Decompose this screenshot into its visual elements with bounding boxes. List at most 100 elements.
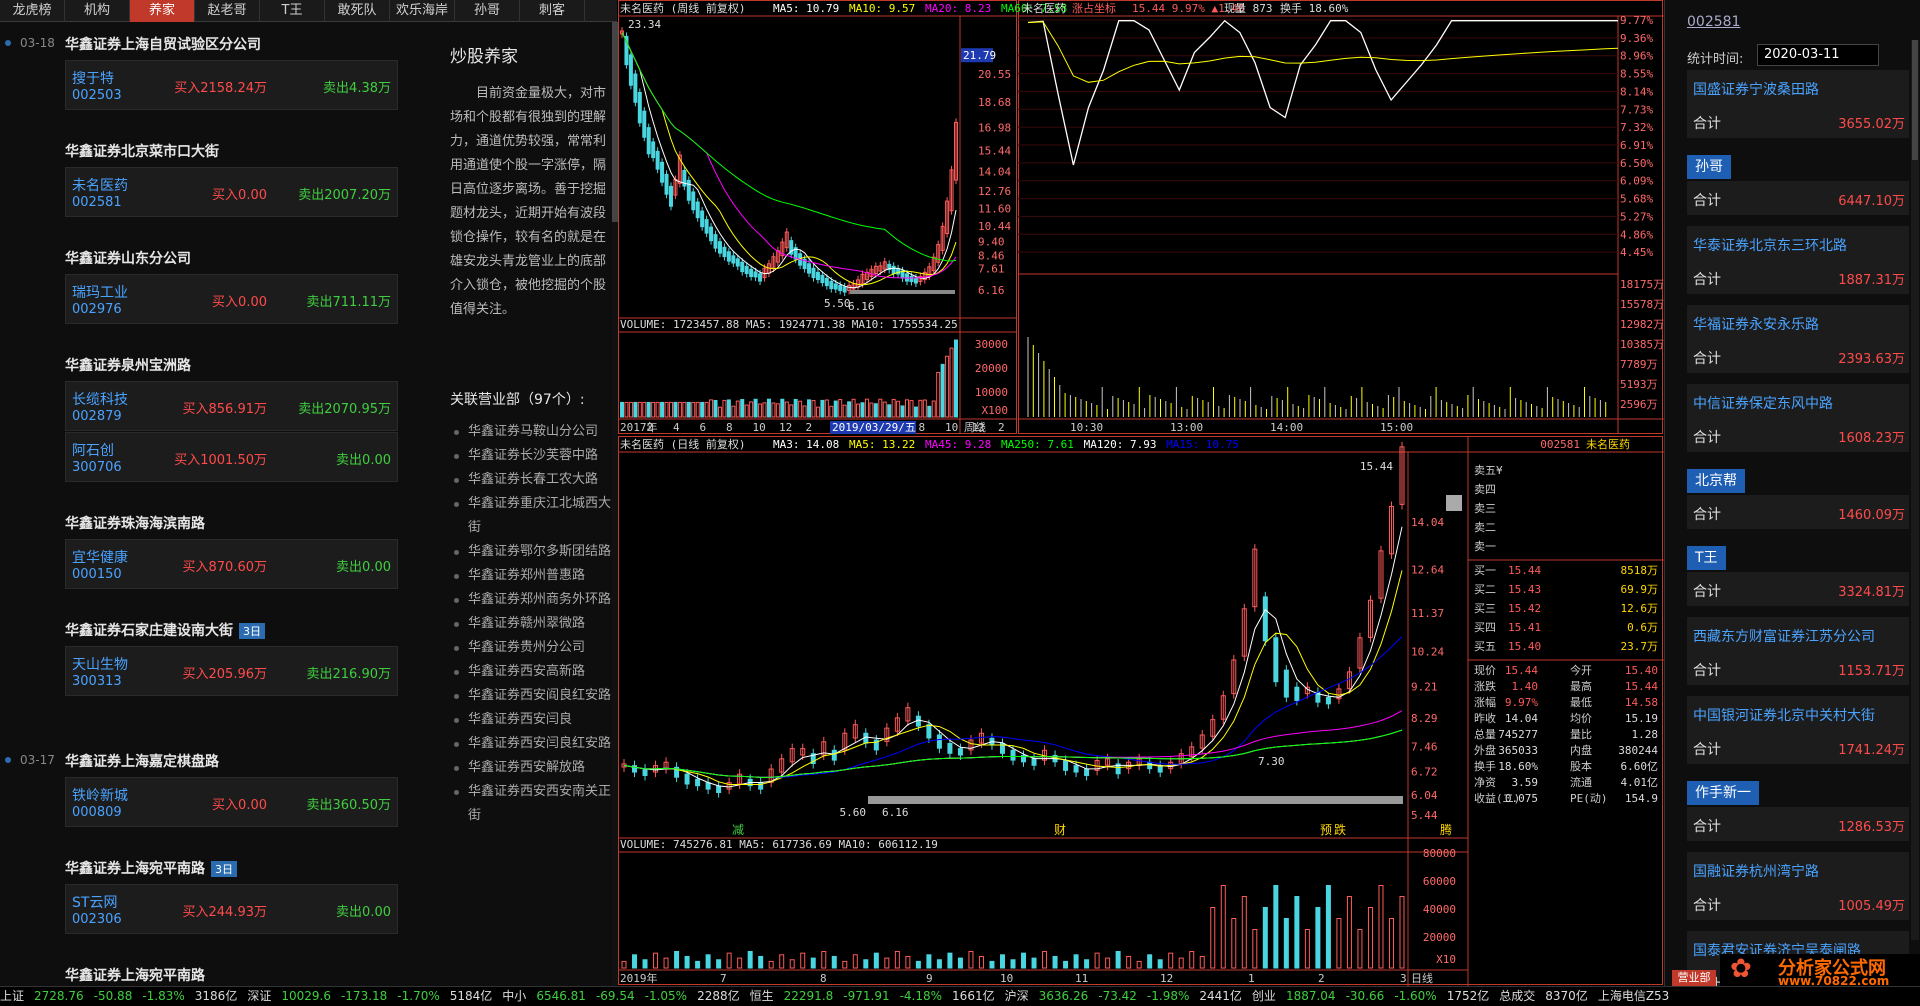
- tab-6[interactable]: 欢乐海岸: [390, 0, 455, 22]
- weekly-candle: [758, 273, 763, 282]
- tab-3[interactable]: 赵老哥: [195, 0, 260, 22]
- stock-name[interactable]: 搜于特: [72, 68, 114, 88]
- stock-card[interactable]: 阿石创 300706 买入1001.50万 卖出0.00: [65, 432, 398, 482]
- related-branch-item[interactable]: 华鑫证券长春工农大路: [450, 468, 612, 492]
- branch-row[interactable]: 国融证券杭州湾宁路: [1687, 852, 1909, 886]
- tab-5[interactable]: 敢死队: [325, 0, 390, 22]
- stock-card[interactable]: ST云网 002306 买入244.93万 卖出0.00: [65, 884, 398, 934]
- branch-link[interactable]: 华福证券永安永乐路: [1693, 314, 1819, 334]
- branch-row[interactable]: 国盛证券宁波桑田路: [1687, 70, 1909, 104]
- stat-date-picker[interactable]: 2020-03-11: [1757, 44, 1879, 66]
- branch-name[interactable]: 华鑫证券上海宛平南路: [65, 965, 205, 985]
- stock-code[interactable]: 300706: [72, 460, 122, 475]
- stock-code[interactable]: 002879: [72, 409, 122, 424]
- tab-2[interactable]: 养家: [130, 0, 195, 22]
- related-branch-item[interactable]: 华鑫证券郑州普惠路: [450, 564, 612, 588]
- tab-1[interactable]: 机构: [65, 0, 130, 22]
- related-branch-item[interactable]: 华鑫证券西安阎良红安路: [450, 684, 612, 708]
- right-scrollbar[interactable]: [1911, 40, 1919, 940]
- total-value: 1153.71万: [1838, 664, 1905, 679]
- branch-name[interactable]: 华鑫证券石家庄建设南大街 3日: [65, 620, 265, 640]
- related-branch-item[interactable]: 华鑫证券赣州翠微路: [450, 612, 612, 636]
- related-branch-item[interactable]: 华鑫证券西安高新路: [450, 660, 612, 684]
- stock-card[interactable]: 天山生物 300313 买入205.96万 卖出216.90万: [65, 646, 398, 696]
- stock-code[interactable]: 300313: [72, 674, 122, 689]
- branch-title[interactable]: 华鑫证券上海嘉定棋盘路: [65, 754, 219, 770]
- branch-title[interactable]: 华鑫证券泉州宝洲路: [65, 358, 191, 374]
- buy-amount: 买入244.93万: [182, 905, 268, 920]
- related-branch-item[interactable]: 华鑫证券贵州分公司: [450, 636, 612, 660]
- related-branch-item[interactable]: 华鑫证券西安闫良红安路: [450, 732, 612, 756]
- stock-card[interactable]: 铁岭新城 000809 买入0.00 卖出360.50万: [65, 777, 398, 827]
- daily-vol-bar: [642, 959, 648, 969]
- related-branch-item[interactable]: 华鑫证券鄂尔多斯团结路: [450, 540, 612, 564]
- stock-name[interactable]: ST云网: [72, 892, 117, 912]
- stock-card[interactable]: 长缆科技 002879 买入856.91万 卖出2070.95万: [65, 381, 398, 431]
- stock-card[interactable]: 宜华健康 000150 买入870.60万 卖出0.00: [65, 539, 398, 589]
- stock-code-link[interactable]: 002581: [1687, 14, 1740, 30]
- related-branch-item[interactable]: 华鑫证券西安西安南关正街: [450, 780, 612, 828]
- branch-link[interactable]: 华泰证券北京东三环北路: [1693, 235, 1847, 255]
- stock-charts-svg[interactable]: 未名医药 (周线 前复权) MA5: 10.79 MA10: 9.57 MA20: 8…: [618, 0, 1664, 986]
- stock-code[interactable]: 002581: [72, 195, 122, 210]
- tab-7[interactable]: 孙哥: [455, 0, 520, 22]
- branch-row[interactable]: 西藏东方财富证券江苏分公司: [1687, 617, 1909, 651]
- branch-link[interactable]: 国盛证券宁波桑田路: [1693, 79, 1819, 99]
- related-branch-item[interactable]: 华鑫证券马鞍山分公司: [450, 420, 612, 444]
- stock-name[interactable]: 瑞玛工业: [72, 282, 128, 302]
- stock-name[interactable]: 阿石创: [72, 440, 114, 460]
- stock-name[interactable]: 长缆科技: [72, 389, 128, 409]
- stock-name[interactable]: 天山生物: [72, 654, 128, 674]
- related-branch-item[interactable]: 华鑫证券长沙芙蓉中路: [450, 444, 612, 468]
- stock-code[interactable]: 000809: [72, 805, 122, 820]
- branch-title[interactable]: 华鑫证券上海宛平南路: [65, 861, 205, 877]
- branch-title[interactable]: 华鑫证券珠海海滨南路: [65, 516, 205, 532]
- related-branch-item[interactable]: 华鑫证券西安解放路: [450, 756, 612, 780]
- stock-code[interactable]: 002976: [72, 302, 122, 317]
- stock-code[interactable]: 002306: [72, 912, 122, 927]
- stock-code[interactable]: 000150: [72, 567, 122, 582]
- stock-name[interactable]: 未名医药: [72, 175, 128, 195]
- branch-row[interactable]: 中信证券保定东风中路: [1687, 384, 1909, 418]
- related-branch-item[interactable]: 华鑫证券重庆江北城西大街: [450, 492, 612, 540]
- branch-name[interactable]: 华鑫证券上海嘉定棋盘路: [65, 751, 219, 771]
- related-branch-item[interactable]: 华鑫证券郑州商务外环路: [450, 588, 612, 612]
- branch-name[interactable]: 华鑫证券上海自贸试验区分公司: [65, 34, 261, 54]
- branch-name[interactable]: 华鑫证券泉州宝洲路: [65, 355, 191, 375]
- stock-card[interactable]: 搜于特 002503 买入2158.24万 卖出4.38万: [65, 60, 398, 110]
- group-tag[interactable]: T王: [1687, 546, 1726, 570]
- branch-link[interactable]: 中信证券保定东风中路: [1693, 393, 1833, 413]
- total-label: 合计: [1693, 663, 1721, 679]
- branch-name[interactable]: 华鑫证券北京菜市口大街: [65, 141, 219, 161]
- branch-name[interactable]: 华鑫证券山东分公司: [65, 248, 191, 268]
- group-tag[interactable]: 作手新一: [1687, 781, 1759, 805]
- tab-8[interactable]: 刺客: [520, 0, 585, 22]
- weekly-candle: [668, 185, 673, 207]
- branch-title[interactable]: 华鑫证券上海自贸试验区分公司: [65, 37, 261, 53]
- branch-link[interactable]: 国融证券杭州湾宁路: [1693, 861, 1819, 881]
- related-branch-item[interactable]: 华鑫证券西安闫良: [450, 708, 612, 732]
- stock-name[interactable]: 宜华健康: [72, 547, 128, 567]
- branch-title[interactable]: 华鑫证券北京菜市口大街: [65, 144, 219, 160]
- stock-card[interactable]: 瑞玛工业 002976 买入0.00 卖出711.11万: [65, 274, 398, 324]
- stock-code[interactable]: 002503: [72, 88, 122, 103]
- branch-name[interactable]: 华鑫证券上海宛平南路 3日: [65, 858, 237, 878]
- branch-row[interactable]: 中国银河证券北京中关村大街: [1687, 696, 1909, 730]
- branch-name[interactable]: 华鑫证券珠海海滨南路: [65, 513, 205, 533]
- scrollbar-thumb[interactable]: [1912, 40, 1918, 160]
- stock-name[interactable]: 铁岭新城: [72, 785, 128, 805]
- branch-row[interactable]: 华泰证券北京东三环北路: [1687, 226, 1909, 260]
- status-item: 创业: [1251, 989, 1276, 1003]
- branch-title[interactable]: 华鑫证券石家庄建设南大街: [65, 623, 233, 639]
- branch-link[interactable]: 西藏东方财富证券江苏分公司: [1693, 626, 1875, 646]
- branch-link[interactable]: 中国银河证券北京中关村大街: [1693, 705, 1875, 725]
- branch-title[interactable]: 华鑫证券上海宛平南路: [65, 968, 205, 984]
- stock-card[interactable]: 未名医药 002581 买入0.00 卖出2007.20万: [65, 167, 398, 217]
- weekly-axis-label: 2: [806, 421, 813, 434]
- tab-4[interactable]: T王: [260, 0, 325, 22]
- tab-0[interactable]: 龙虎榜: [0, 0, 65, 22]
- branch-title[interactable]: 华鑫证券山东分公司: [65, 251, 191, 267]
- group-tag[interactable]: 北京帮: [1687, 469, 1745, 493]
- group-tag[interactable]: 孙哥: [1687, 155, 1731, 179]
- branch-row[interactable]: 华福证券永安永乐路: [1687, 305, 1909, 339]
